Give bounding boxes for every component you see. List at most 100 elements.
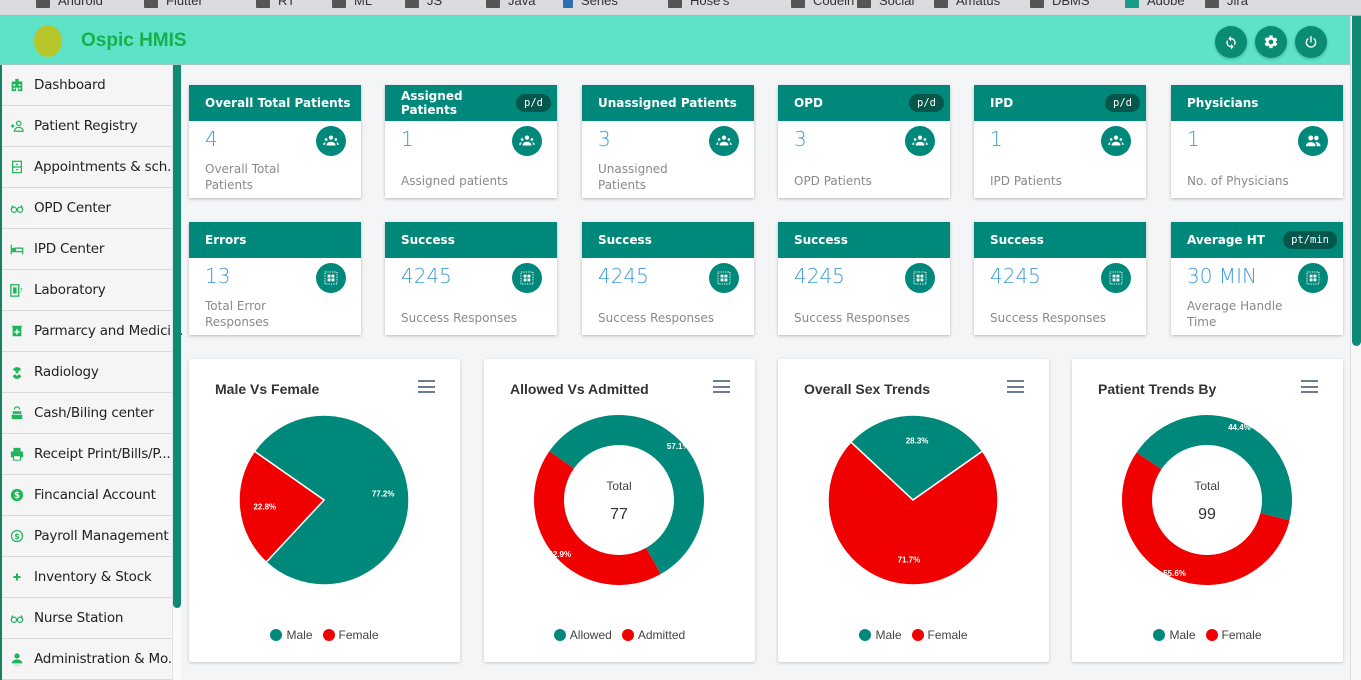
folder-icon	[934, 0, 948, 8]
folder-icon	[332, 0, 346, 8]
legend-item[interactable]: Male	[1153, 628, 1196, 642]
stat-description: Success Responses	[598, 311, 715, 325]
bookmark-item[interactable]: Codein	[791, 0, 854, 8]
stat-card: Success 4245 Success Responses	[778, 222, 950, 335]
bookmark-item[interactable]: JS	[405, 0, 442, 8]
sidebar-scrollbar-thumb[interactable]	[173, 65, 181, 608]
bookmark-item[interactable]: Android	[36, 0, 103, 8]
legend-marker	[859, 629, 872, 641]
bookmark-item[interactable]: DBMS	[1030, 0, 1090, 8]
settings-button[interactable]	[1255, 26, 1287, 58]
folder-icon	[486, 0, 500, 8]
sidebar-item-radiology[interactable]: Radiology	[2, 352, 172, 393]
sidebar-scrollbar[interactable]	[172, 65, 181, 680]
bookmark-item[interactable]: Adobe	[1125, 0, 1185, 8]
group-icon	[905, 126, 935, 156]
folder-icon	[857, 0, 871, 8]
legend-item[interactable]: Female	[911, 628, 968, 642]
stat-description: Unassigned Patients	[598, 162, 668, 192]
sidebar-item-patient-registry[interactable]: Patient Registry	[2, 106, 172, 147]
group-icon	[1101, 126, 1131, 156]
sidebar-item-nurse-station[interactable]: Nurse Station	[2, 598, 172, 639]
stat-value: 1	[1187, 127, 1200, 151]
bookmark-item[interactable]: Amatus	[934, 0, 1000, 8]
sidebar-item-parmarcy-and-medici[interactable]: Parmarcy and Medici...	[2, 311, 183, 352]
stat-card: Success 4245 Success Responses	[974, 222, 1146, 335]
bookmark-item[interactable]: Hose's	[668, 0, 729, 8]
main-scrollbar[interactable]	[1350, 16, 1361, 680]
legend-item[interactable]: Male	[859, 628, 902, 642]
bookmark-label: RT	[278, 0, 296, 8]
bookmark-item[interactable]: RT	[256, 0, 295, 8]
sidebar-item-cash-biling-center[interactable]: Cash/Biling center	[2, 393, 172, 434]
sidebar-item-administration-mo[interactable]: Administration & Mo...	[2, 639, 180, 680]
stat-description: Success Responses	[794, 311, 911, 325]
sidebar-item-inventory-stock[interactable]: Inventory & Stock	[2, 557, 172, 598]
bookmark-item[interactable]: Jira	[1205, 0, 1248, 8]
bed-icon	[10, 242, 24, 256]
pie-chart: 28.3% 71.7%	[827, 414, 999, 586]
logout-button[interactable]	[1295, 26, 1327, 58]
legend-item[interactable]: Male	[270, 628, 313, 642]
stat-card-title: Errors	[205, 233, 247, 247]
stat-card-header: Success	[582, 222, 754, 258]
printer-icon	[10, 447, 24, 461]
bookmark-item[interactable]: Social	[857, 0, 914, 8]
sidebar-item-ipd-center[interactable]: IPD Center	[2, 229, 172, 270]
group-icon	[316, 126, 346, 156]
stat-description: Total Error Responses	[205, 299, 269, 329]
slice-data-label: 22.8%	[253, 502, 276, 511]
bookmark-item[interactable]: ML	[332, 0, 372, 8]
stat-value: 13	[205, 264, 231, 288]
stat-card-title: Physicians	[1187, 96, 1259, 110]
bookmark-label: Hose's	[690, 0, 730, 8]
stat-card: Errors 13 Total Error Responses	[189, 222, 361, 335]
stat-card: IPD p/d 1 IPD Patients	[974, 85, 1146, 198]
slice-data-label: 57.1%	[667, 442, 690, 451]
stat-value: 3	[598, 127, 611, 151]
sidebar-item-label: Receipt Print/Bills/P...	[34, 446, 171, 462]
grid-icon	[905, 263, 935, 293]
sidebar-item-fincancial-account[interactable]: $ Fincancial Account	[2, 475, 172, 516]
legend-item[interactable]: Allowed	[553, 628, 612, 642]
unit-badge: p/d	[516, 94, 551, 112]
sidebar-item-laboratory[interactable]: ? Laboratory	[2, 270, 172, 311]
legend-item[interactable]: Admitted	[621, 628, 685, 642]
slice-admitted[interactable]	[534, 451, 661, 585]
stat-card-title: Average HT	[1187, 233, 1265, 247]
stat-description: OPD Patients	[794, 174, 872, 188]
sidebar-item-opd-center[interactable]: OPD Center	[2, 188, 172, 229]
main-scrollbar-thumb[interactable]	[1352, 16, 1361, 346]
dollar-outline-icon: $	[10, 529, 24, 543]
plus-icon	[10, 570, 24, 584]
app-logo	[34, 25, 62, 57]
bookmark-item[interactable]: Series	[563, 0, 618, 8]
stat-card-title: IPD	[990, 96, 1014, 110]
folder-icon	[36, 0, 50, 8]
bookmark-label: Social	[879, 0, 915, 8]
sidebar-item-appointments-sch[interactable]: Appointments & sch...	[2, 147, 180, 188]
chart-card: Patient Trends By 44.4% 55.6% Total 99 Male F…	[1072, 359, 1343, 662]
bookmark-item[interactable]: Flutter	[144, 0, 203, 8]
slice-data-label: 55.6%	[1163, 569, 1186, 578]
sidebar-item-dashboard[interactable]: Dashboard	[2, 65, 172, 106]
sidebar-item-receipt-print-bills-p[interactable]: Receipt Print/Bills/P...	[2, 434, 172, 475]
svg-text:$: $	[14, 532, 19, 541]
stat-card-title: Success	[794, 233, 848, 247]
stat-card-header: Assigned Patients p/d	[385, 85, 557, 121]
app-header: Ospic HMIS	[0, 16, 1350, 65]
legend-marker	[270, 629, 283, 641]
refresh-button[interactable]	[1215, 26, 1247, 58]
legend-item[interactable]: Female	[322, 628, 379, 642]
chart-card: Overall Sex Trends 28.3% 71.7% Male Female	[778, 359, 1049, 662]
bookmark-item[interactable]: Java	[486, 0, 535, 8]
legend-marker	[911, 629, 924, 641]
sidebar-item-payroll-management[interactable]: $ Payroll Management	[2, 516, 172, 557]
stat-card-header: Success	[974, 222, 1146, 258]
legend-marker	[1205, 629, 1218, 641]
slice-male[interactable]	[1136, 415, 1292, 521]
sidebar-item-label: Appointments & sch...	[34, 159, 180, 175]
stat-description: Assigned patients	[401, 174, 509, 188]
legend-item[interactable]: Female	[1205, 628, 1262, 642]
admin-user-icon	[10, 652, 24, 666]
